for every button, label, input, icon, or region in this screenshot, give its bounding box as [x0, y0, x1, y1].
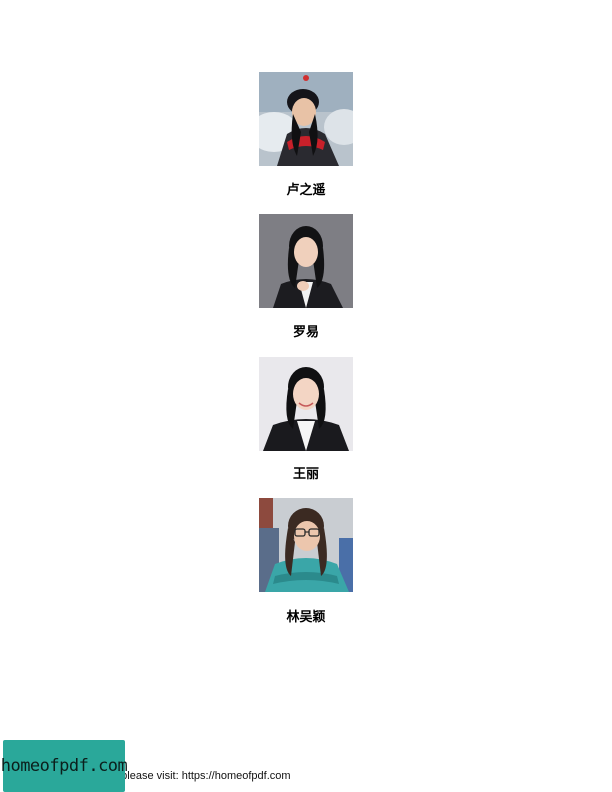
profile-card-1: 卢之遥 [259, 72, 353, 198]
profile-photo [259, 498, 353, 592]
person-name: 王丽 [292, 467, 319, 482]
profile-card-3: 王丽 [259, 357, 353, 482]
profile-card-2: 罗易 [259, 214, 353, 340]
watermark-text: homeofpdf.com [0, 756, 128, 776]
profile-photo [259, 72, 353, 166]
profile-photo [259, 214, 353, 308]
profile-photo [259, 357, 353, 451]
person-name: 罗易 [292, 325, 319, 340]
profile-card-4: 林吴颖 [259, 498, 353, 625]
person-name: 卢之遥 [286, 183, 326, 198]
watermark-logo[interactable]: homeofpdf.com [0, 740, 128, 792]
person-name: 林吴颖 [286, 610, 326, 625]
footer-link-text: e please visit: https://homeofpdf.com [112, 770, 291, 782]
